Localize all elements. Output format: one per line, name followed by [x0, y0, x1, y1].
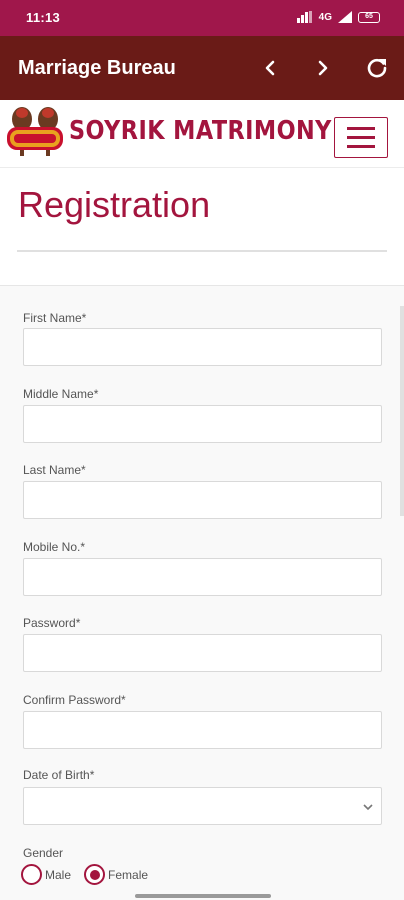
gender-male-label[interactable]: Male: [45, 868, 71, 882]
mobile-label: Mobile No.*: [23, 540, 86, 554]
app-bar: Marriage Bureau: [0, 36, 404, 100]
middle-name-label: Middle Name*: [23, 387, 99, 401]
signal-icon: [338, 11, 352, 23]
network-type-label: 4G: [318, 11, 332, 23]
network-icon: [296, 11, 312, 23]
gender-female-label[interactable]: Female: [108, 868, 148, 882]
logo-emblem[interactable]: [6, 102, 64, 160]
home-indicator[interactable]: [135, 894, 271, 898]
registration-form: First Name* Middle Name* Last Name* Mobi…: [0, 286, 404, 900]
refresh-button[interactable]: [361, 52, 393, 84]
page-title: Registration: [18, 184, 211, 225]
site-header: SOYRIK MATRIMONY: [0, 100, 404, 168]
status-icons: 4G 65: [296, 11, 380, 23]
password-field[interactable]: [23, 634, 382, 672]
first-name-label: First Name*: [23, 311, 87, 325]
middle-name-field[interactable]: [23, 405, 382, 443]
chevron-left-icon: [265, 60, 275, 76]
chevron-down-icon: [363, 804, 373, 811]
forward-button[interactable]: [307, 52, 339, 84]
dob-label: Date of Birth*: [23, 768, 95, 782]
hamburger-menu-icon: [347, 127, 375, 130]
status-time: 11:13: [26, 10, 61, 25]
brand-name[interactable]: SOYRIK MATRIMONY: [69, 116, 332, 146]
scrollbar[interactable]: [400, 306, 404, 516]
gender-options: Male Female: [21, 864, 148, 885]
password-label: Password*: [23, 616, 81, 630]
refresh-icon: [367, 58, 387, 78]
heading-divider: [17, 250, 387, 252]
back-button[interactable]: [254, 52, 286, 84]
last-name-label: Last Name*: [23, 463, 86, 477]
app-title: Marriage Bureau: [18, 57, 176, 79]
last-name-field[interactable]: [23, 481, 382, 519]
gender-label: Gender: [23, 846, 64, 860]
first-name-field[interactable]: [23, 328, 382, 366]
hamburger-line: [347, 136, 375, 139]
battery-level: 65: [365, 12, 373, 20]
battery-icon: 65: [358, 11, 380, 23]
chevron-right-icon: [318, 60, 328, 76]
confirm-password-field[interactable]: [23, 711, 382, 749]
dob-select[interactable]: [23, 787, 382, 825]
hamburger-menu-button[interactable]: [334, 117, 388, 158]
gender-radio-female[interactable]: [84, 864, 106, 885]
status-bar: 11:13 4G 65: [0, 0, 404, 36]
mobile-field[interactable]: [23, 558, 382, 596]
gender-radio-male[interactable]: [21, 864, 42, 885]
hamburger-line: [347, 145, 375, 148]
confirm-password-label: Confirm Password*: [23, 693, 126, 707]
page-heading: Registration: [0, 168, 404, 286]
